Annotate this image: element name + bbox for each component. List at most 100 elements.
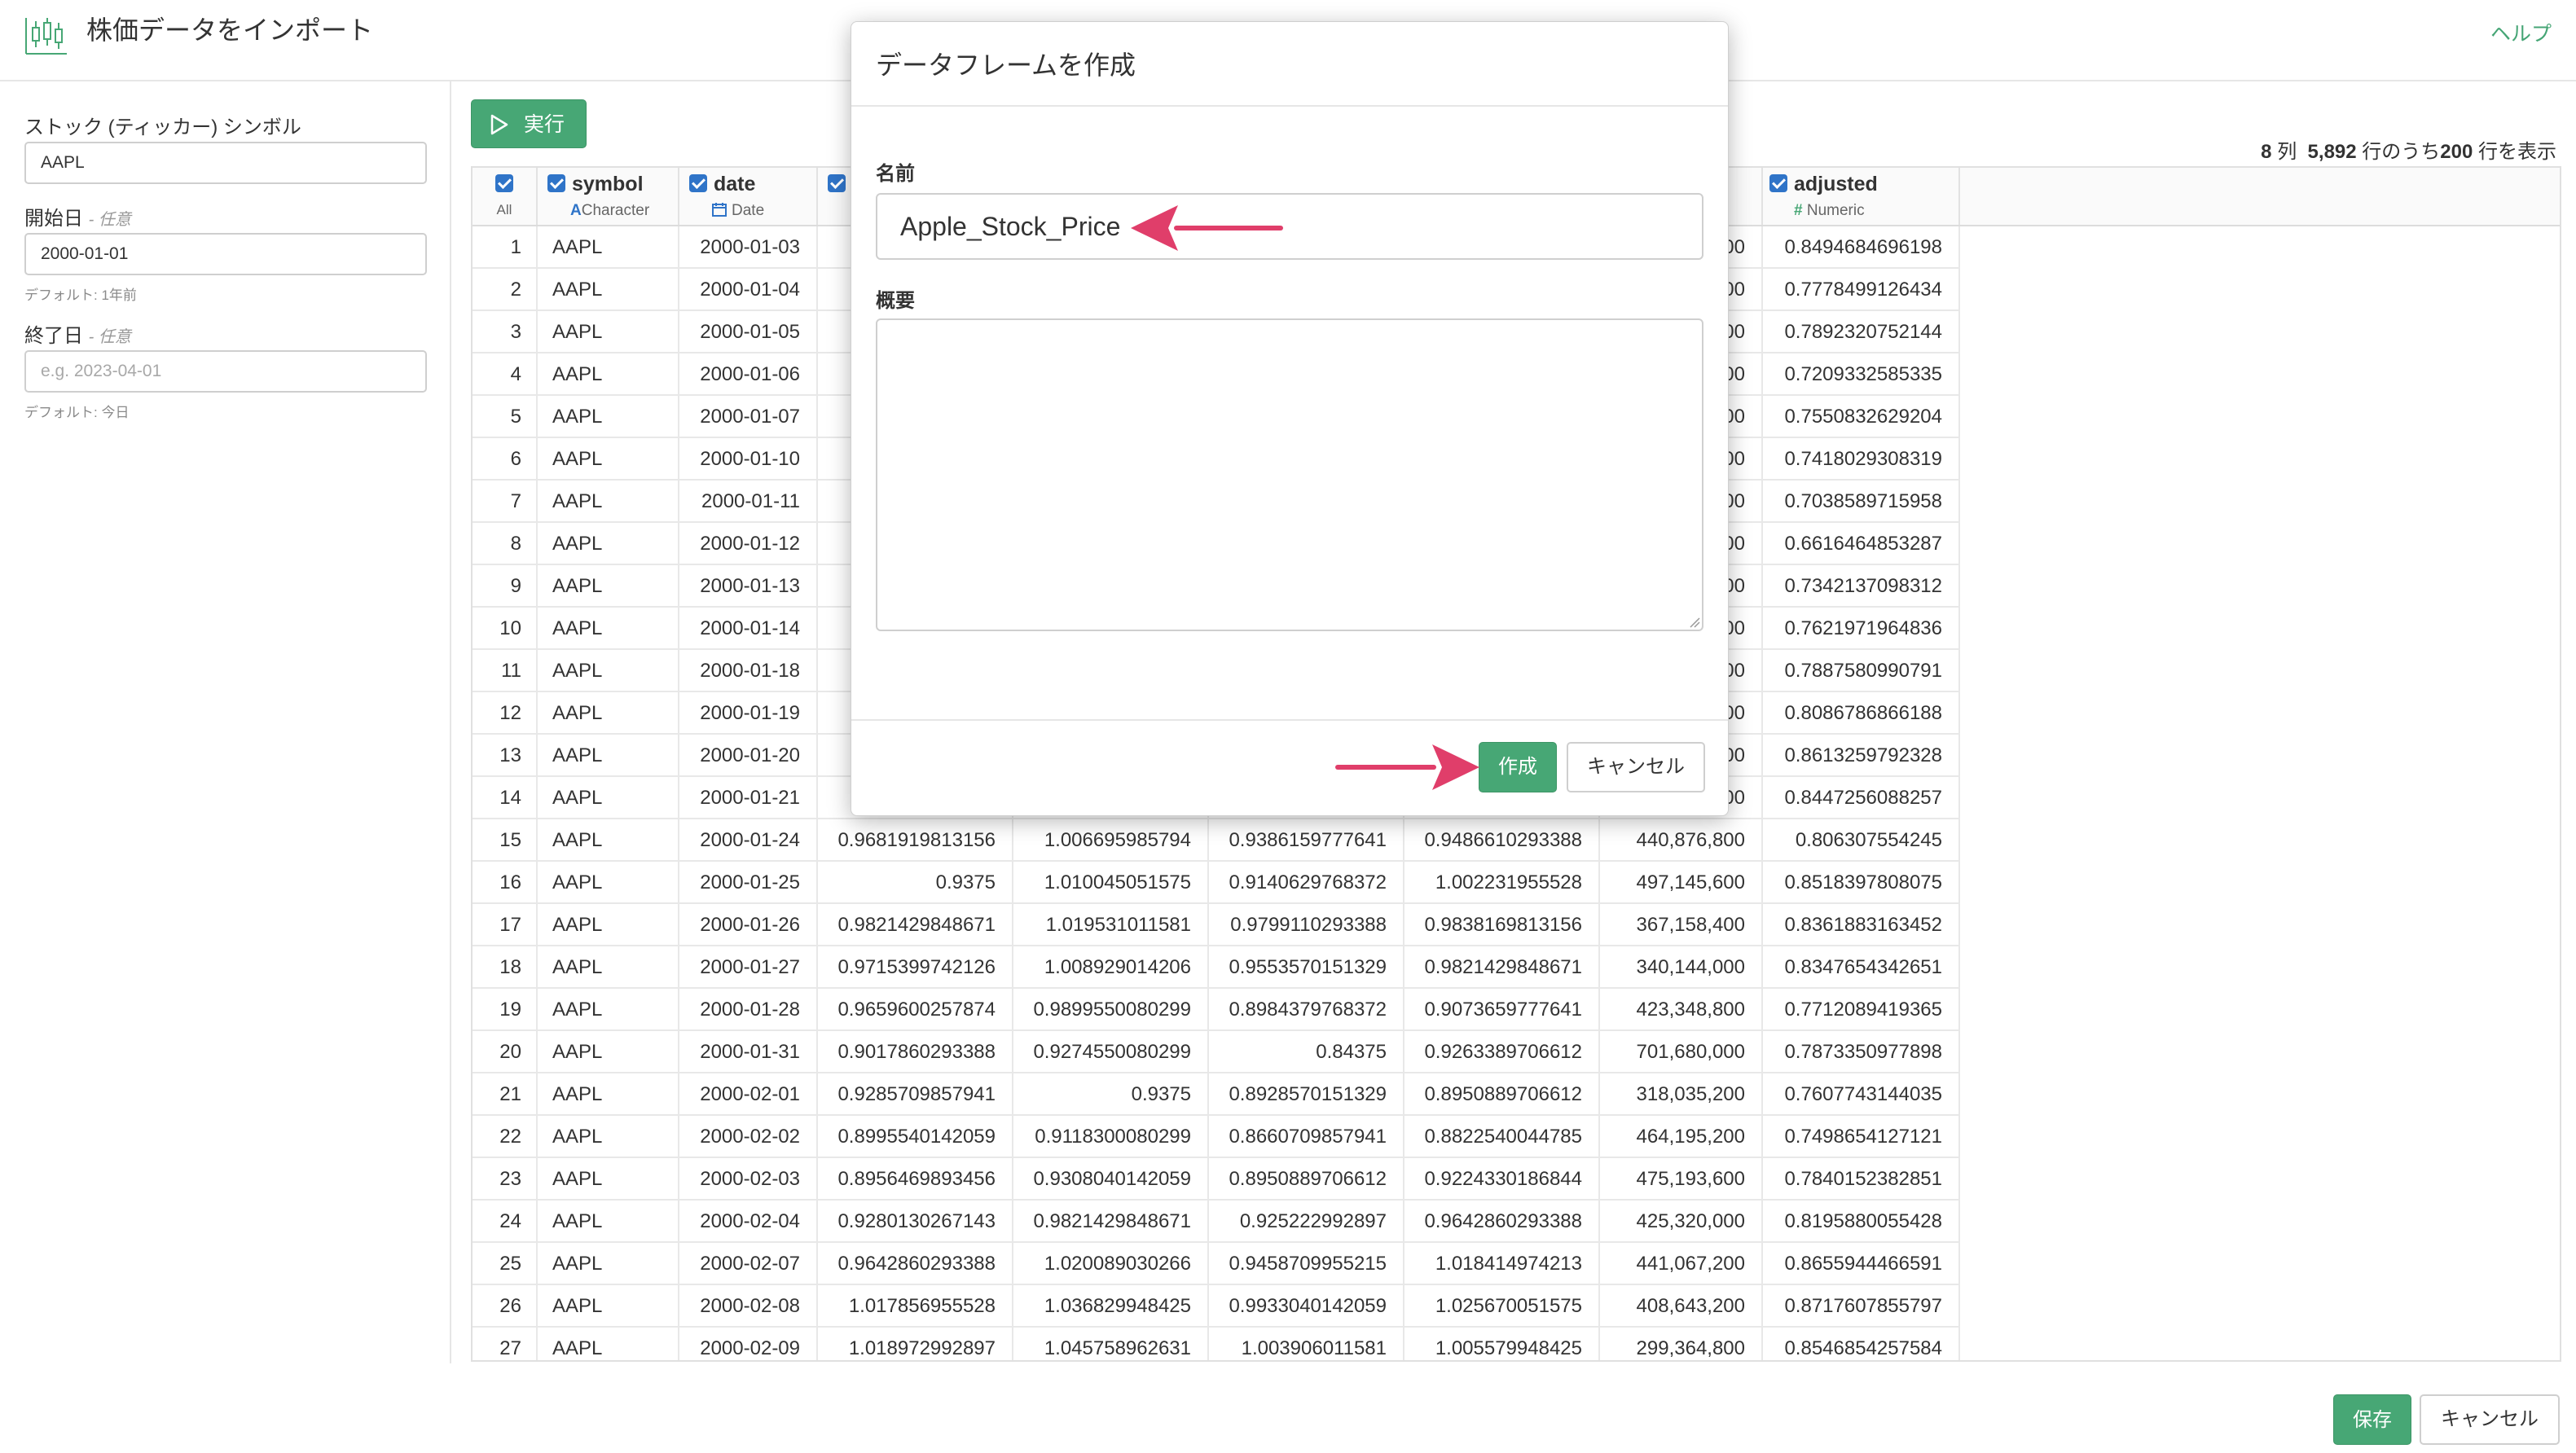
table-cell: 0.9715399742126 — [818, 946, 1013, 987]
table-cell: AAPL — [538, 1243, 679, 1284]
table-cell: 0.806307554245 — [1763, 819, 1960, 860]
calendar-icon — [712, 203, 727, 217]
table-cell: 0.7550832629204 — [1763, 396, 1960, 437]
description-textarea[interactable] — [876, 318, 1703, 631]
table-cell: 0.9017860293388 — [818, 1031, 1013, 1072]
table-cell: 0.7621971964836 — [1763, 608, 1960, 648]
character-type-icon: A — [570, 202, 582, 219]
column-checkbox[interactable] — [689, 174, 707, 192]
table-cell: 0.9899550080299 — [1013, 989, 1209, 1029]
table-cell: 1.005579948425 — [1404, 1328, 1600, 1360]
start-date-hint: デフォルト: 1年前 — [24, 288, 137, 303]
candlestick-chart-icon — [25, 18, 67, 55]
table-cell: AAPL — [538, 1328, 679, 1360]
end-date-input[interactable]: e.g. 2023-04-01 — [24, 350, 427, 393]
row-number: 6 — [473, 438, 538, 479]
select-all-checkbox[interactable] — [495, 174, 513, 192]
table-cell: 1.025670051575 — [1404, 1285, 1600, 1326]
row-number: 16 — [473, 862, 538, 902]
table-cell: AAPL — [538, 946, 679, 987]
table-cell: 0.9280130267143 — [818, 1201, 1013, 1241]
table-cell: 0.7887580990791 — [1763, 650, 1960, 691]
table-cell: AAPL — [538, 353, 679, 394]
table-cell: AAPL — [538, 311, 679, 352]
start-date-label: 開始日 - 任意 — [24, 208, 131, 230]
dialog-cancel-button[interactable]: キャンセル — [1567, 742, 1705, 792]
table-cell: 0.7873350977898 — [1763, 1031, 1960, 1072]
table-cell: 0.9681919813156 — [818, 819, 1013, 860]
column-header-symbol[interactable]: symbol ACharacter — [538, 168, 679, 225]
table-cell: 0.8995540142059 — [818, 1116, 1013, 1157]
table-cell: 0.8613259792328 — [1763, 735, 1960, 775]
table-cell: 0.8950889706612 — [1404, 1073, 1600, 1114]
table-cell: 0.9224330186844 — [1404, 1158, 1600, 1199]
table-cell: AAPL — [538, 904, 679, 945]
create-dataframe-dialog: データフレームを作成 名前 Apple_Stock_Price 概要 作成 キャ… — [851, 21, 1729, 816]
table-cell: 0.8347654342651 — [1763, 946, 1960, 987]
table-cell: 0.9933040142059 — [1209, 1285, 1404, 1326]
table-cell: 2000-01-31 — [679, 1031, 818, 1072]
table-cell: 1.045758962631 — [1013, 1328, 1209, 1360]
table-cell: 0.9659600257874 — [818, 989, 1013, 1029]
table-cell: 0.84375 — [1209, 1031, 1404, 1072]
row-number: 11 — [473, 650, 538, 691]
table-cell: 441,067,200 — [1600, 1243, 1763, 1284]
create-button[interactable]: 作成 — [1479, 742, 1557, 792]
run-button[interactable]: 実行 — [471, 99, 587, 148]
table-cell: 2000-01-25 — [679, 862, 818, 902]
table-cell: 318,035,200 — [1600, 1073, 1763, 1114]
table-cell: 1.002231955528 — [1404, 862, 1600, 902]
row-number: 21 — [473, 1073, 538, 1114]
table-cell: 0.7712089419365 — [1763, 989, 1960, 1029]
row-number: 1 — [473, 226, 538, 267]
table-cell: AAPL — [538, 777, 679, 818]
table-cell: 464,195,200 — [1600, 1116, 1763, 1157]
table-cell: 0.8086786866188 — [1763, 692, 1960, 733]
table-cell: 0.8660709857941 — [1209, 1116, 1404, 1157]
table-cell: 423,348,800 — [1600, 989, 1763, 1029]
column-header-adjusted[interactable]: adjusted # Numeric — [1763, 168, 1960, 225]
start-date-input[interactable]: 2000-01-01 — [24, 233, 427, 275]
name-input[interactable]: Apple_Stock_Price — [876, 193, 1703, 260]
table-cell: 0.7607743144035 — [1763, 1073, 1960, 1114]
table-cell: 440,876,800 — [1600, 819, 1763, 860]
table-row: 20 AAPL 2000-01-31 0.9017860293388 0.9274550… — [473, 1031, 1960, 1073]
table-cell: AAPL — [538, 226, 679, 267]
table-cell: 2000-02-03 — [679, 1158, 818, 1199]
table-row: 22 AAPL 2000-02-02 0.8995540142059 0.9118300… — [473, 1116, 1960, 1158]
page-title: 株価データをインポート — [86, 15, 374, 45]
resize-handle-icon[interactable] — [1689, 617, 1700, 628]
end-date-hint: デフォルト: 今日 — [24, 405, 130, 420]
symbol-input[interactable]: AAPL — [24, 142, 427, 184]
column-checkbox[interactable] — [828, 174, 846, 192]
row-number: 4 — [473, 353, 538, 394]
table-cell: AAPL — [538, 1116, 679, 1157]
table-cell: 0.8195880055428 — [1763, 1201, 1960, 1241]
description-label: 概要 — [876, 290, 915, 312]
table-cell: 0.8546854257584 — [1763, 1328, 1960, 1360]
cancel-button[interactable]: キャンセル — [2420, 1394, 2560, 1445]
row-number: 22 — [473, 1116, 538, 1157]
table-cell: 0.9458709955215 — [1209, 1243, 1404, 1284]
table-cell: 2000-01-19 — [679, 692, 818, 733]
column-checkbox[interactable] — [1769, 174, 1787, 192]
column-header-date[interactable]: date Date — [679, 168, 818, 225]
play-icon — [490, 114, 508, 135]
help-link[interactable]: ヘルプ — [2490, 18, 2552, 47]
table-cell: 367,158,400 — [1600, 904, 1763, 945]
table-cell: AAPL — [538, 1201, 679, 1241]
table-cell: 299,364,800 — [1600, 1328, 1763, 1360]
save-button[interactable]: 保存 — [2333, 1394, 2411, 1445]
table-cell: 0.8518397808075 — [1763, 862, 1960, 902]
column-checkbox[interactable] — [547, 174, 565, 192]
table-cell: 0.9553570151329 — [1209, 946, 1404, 987]
table-row: 21 AAPL 2000-02-01 0.9285709857941 0.9375 0.8… — [473, 1073, 1960, 1116]
table-row: 16 AAPL 2000-01-25 0.9375 1.010045051575 0.91… — [473, 862, 1960, 904]
table-cell: 2000-01-07 — [679, 396, 818, 437]
table-cell: 2000-01-10 — [679, 438, 818, 479]
table-cell: 0.9308040142059 — [1013, 1158, 1209, 1199]
table-cell: 0.7209332585335 — [1763, 353, 1960, 394]
table-cell: 2000-01-26 — [679, 904, 818, 945]
table-cell: AAPL — [538, 396, 679, 437]
table-cell: 0.9821429848671 — [818, 904, 1013, 945]
